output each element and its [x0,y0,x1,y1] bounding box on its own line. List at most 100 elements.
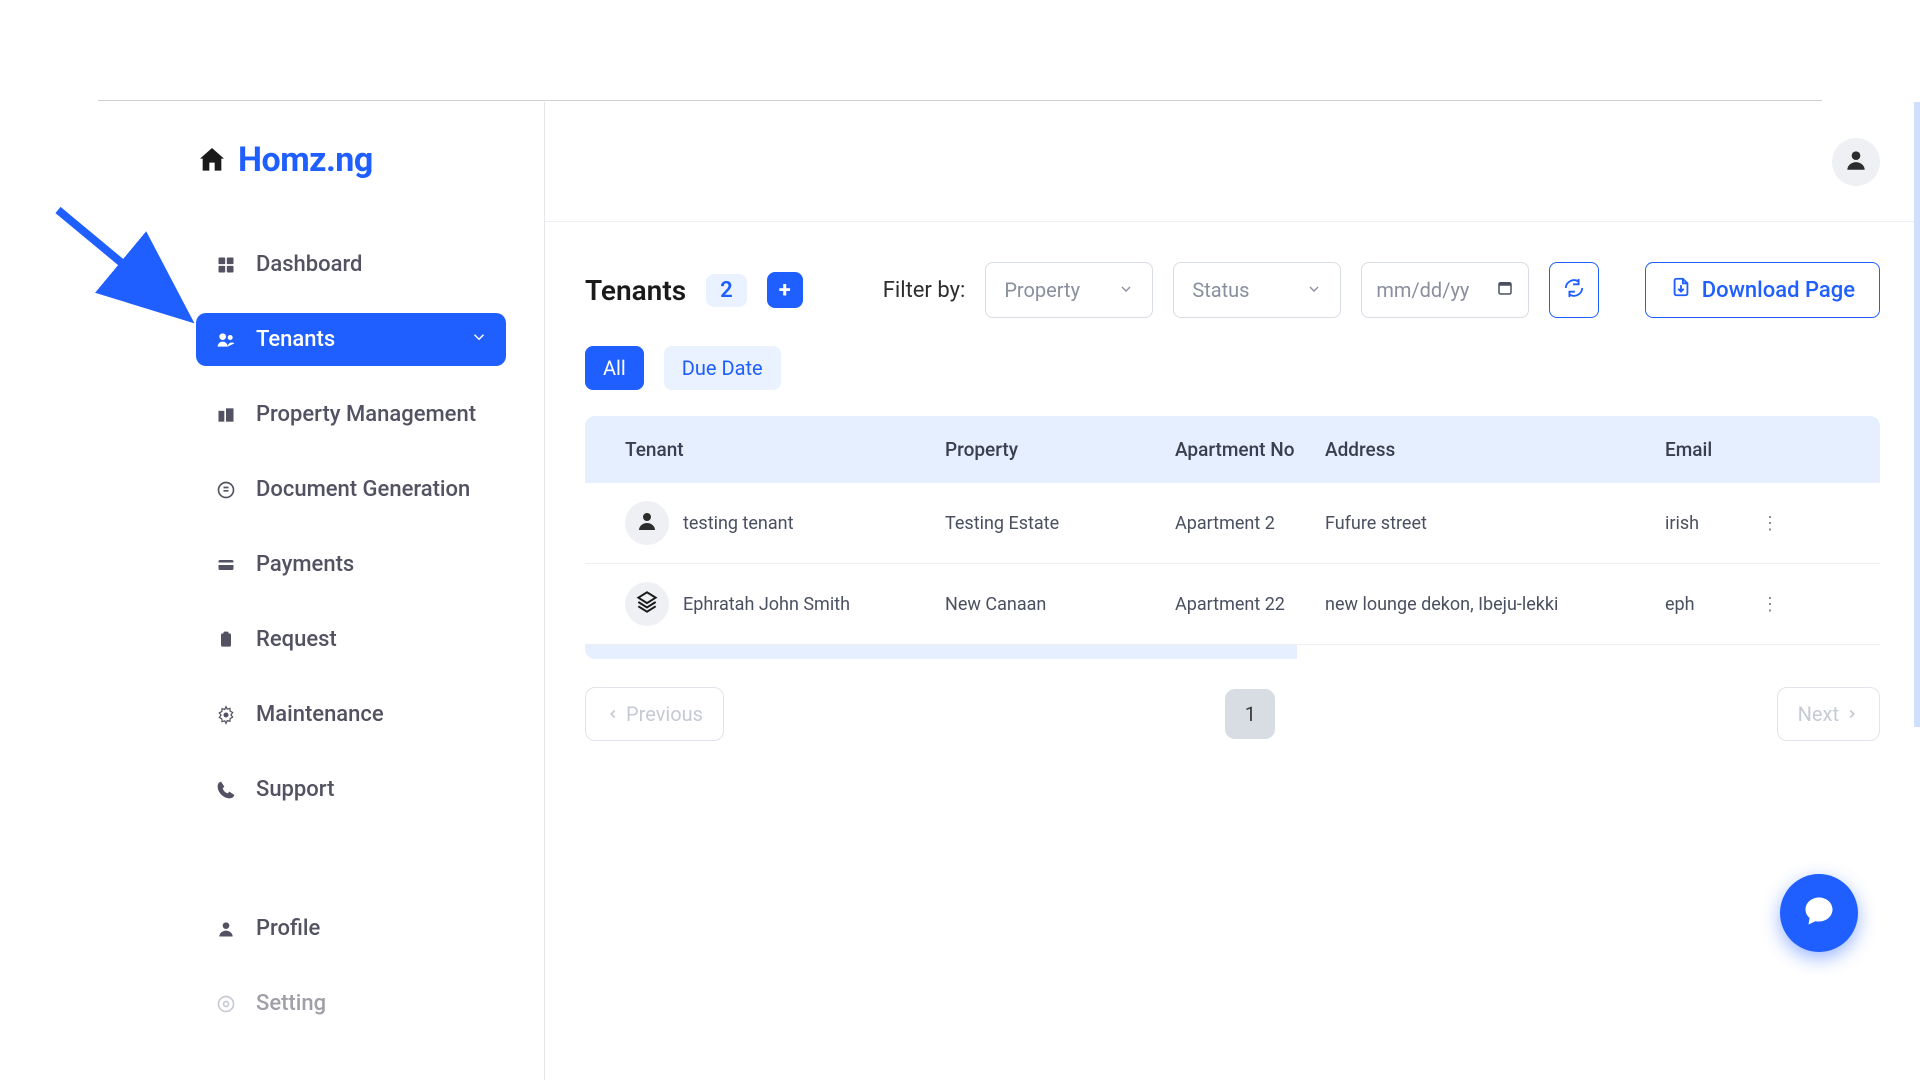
more-vertical-icon: ⋮ [1761,594,1779,615]
main-panel: Tenants 2 + Filter by: Property Status m… [545,102,1920,1080]
sidebar-item-setting[interactable]: Setting [196,977,506,1030]
sidebar-item-label: Property Management [256,402,476,427]
tenants-content: Tenants 2 + Filter by: Property Status m… [545,222,1920,1080]
sidebar-item-label: Request [256,627,337,652]
sidebar-item-maintenance[interactable]: Maintenance [196,688,506,741]
filter-by-label: Filter by: [883,278,966,303]
cell-email: eph [1665,594,1745,615]
refresh-icon [1563,277,1585,303]
cell-property: New Canaan [945,594,1175,615]
table-row[interactable]: testing tenant Testing Estate Apartment … [585,483,1880,564]
refresh-button[interactable] [1549,262,1599,318]
phone-icon [214,778,238,802]
row-actions-button[interactable]: ⋮ [1745,513,1795,534]
chevron-down-icon [470,327,488,352]
more-vertical-icon: ⋮ [1761,513,1779,534]
chevron-right-icon [1845,702,1859,726]
table-row[interactable]: Ephratah John Smith New Canaan Apartment… [585,564,1880,645]
user-icon [1843,147,1869,177]
cell-address: Fufure street [1325,513,1665,534]
tenant-avatar [625,501,669,545]
chevron-down-icon [1306,278,1322,302]
tenant-name: Ephratah John Smith [683,594,850,615]
col-email: Email [1665,438,1745,461]
users-icon [214,328,238,352]
tab-due-date[interactable]: Due Date [664,346,781,390]
select-placeholder: Property [1004,278,1080,302]
next-page-button[interactable]: Next [1777,687,1880,741]
tenants-toolbar: Tenants 2 + Filter by: Property Status m… [585,262,1880,318]
tenants-tabs: All Due Date [585,346,1880,390]
download-label: Download Page [1702,278,1855,303]
cell-property: Testing Estate [945,513,1175,534]
user-avatar[interactable] [1832,138,1880,186]
table-footer-strip [585,645,1880,659]
sidebar-item-tenants[interactable]: Tenants [196,313,506,366]
property-filter-select[interactable]: Property [985,262,1153,318]
date-filter-input[interactable]: mm/dd/yy [1361,262,1529,318]
user-icon [214,917,238,941]
sidebar-item-dashboard[interactable]: Dashboard [196,238,506,291]
credit-card-icon [214,553,238,577]
pagination: Previous 1 Next [585,687,1880,741]
previous-page-button[interactable]: Previous [585,687,724,741]
page-number-current[interactable]: 1 [1225,689,1275,739]
col-address: Address [1325,438,1665,461]
sidebar-nav: Dashboard Tenants Property Management Do… [196,238,506,1030]
sidebar-item-document-generation[interactable]: Document Generation [196,463,506,516]
sidebar-item-label: Setting [256,991,326,1016]
date-placeholder: mm/dd/yy [1376,278,1469,302]
sidebar-item-label: Maintenance [256,702,384,727]
plus-icon: + [779,278,791,303]
chevron-down-icon [1118,278,1134,302]
tab-all[interactable]: All [585,346,644,390]
sidebar-item-payments[interactable]: Payments [196,538,506,591]
sidebar-item-label: Profile [256,916,320,941]
brand-logo: Homz.ng [196,140,506,180]
chat-launcher-button[interactable] [1780,874,1858,952]
download-icon [1670,276,1692,304]
table-header: Tenant Property Apartment No Address Ema… [585,416,1880,483]
sidebar-item-label: Dashboard [256,252,362,277]
next-label: Next [1798,702,1839,726]
tenant-name: testing tenant [683,513,794,534]
clipboard-icon [214,628,238,652]
sidebar-item-request[interactable]: Request [196,613,506,666]
dashboard-icon [214,253,238,277]
sidebar-item-label: Support [256,777,334,802]
cell-address: new lounge dekon, Ibeju-lekki [1325,594,1665,615]
buildings-icon [214,403,238,427]
tenants-table: Tenant Property Apartment No Address Ema… [585,416,1880,659]
download-page-button[interactable]: Download Page [1645,262,1880,318]
scrollbar-track[interactable] [1914,102,1920,727]
tenants-count-badge: 2 [706,274,747,307]
user-icon [635,509,659,538]
select-placeholder: Status [1192,278,1249,302]
col-property: Property [945,438,1175,461]
add-tenant-button[interactable]: + [767,272,803,308]
sidebar-item-profile[interactable]: Profile [196,902,506,955]
calendar-icon [1496,278,1514,302]
status-filter-select[interactable]: Status [1173,262,1341,318]
col-apartment: Apartment No [1175,438,1325,461]
cell-apartment: Apartment 2 [1175,513,1325,534]
tenant-avatar [625,582,669,626]
settings-icon [214,992,238,1016]
sidebar-item-label: Document Generation [256,477,470,502]
sidebar-item-property-management[interactable]: Property Management [196,388,506,441]
home-icon [196,144,228,176]
brand-name: Homz.ng [238,140,373,180]
gear-icon [214,703,238,727]
previous-label: Previous [626,702,703,726]
chat-icon [1801,893,1837,933]
chevron-left-icon [606,702,620,726]
sidebar-item-support[interactable]: Support [196,763,506,816]
sidebar: Homz.ng Dashboard Tenants Property Manag… [98,102,545,1080]
sidebar-item-label: Tenants [256,327,335,352]
page-title: Tenants [585,274,686,307]
row-actions-button[interactable]: ⋮ [1745,594,1795,615]
cell-apartment: Apartment 22 [1175,594,1325,615]
cell-email: irish [1665,513,1745,534]
col-tenant: Tenant [625,438,945,461]
document-icon [214,478,238,502]
